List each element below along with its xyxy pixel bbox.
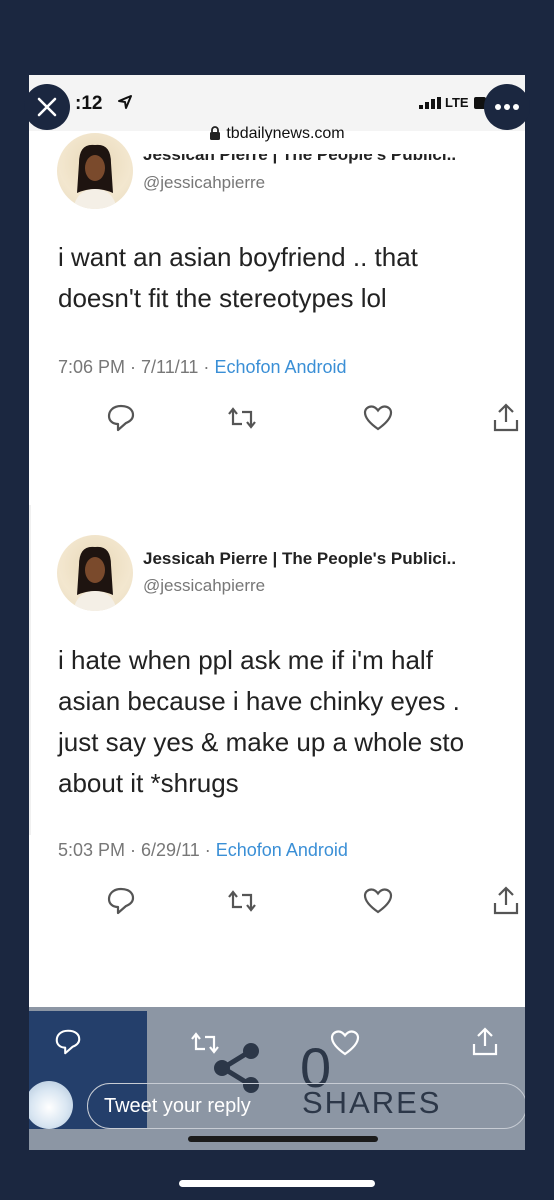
tweet-source[interactable]: Echofon Android — [216, 840, 348, 860]
more-button[interactable] — [484, 84, 530, 130]
share-icon[interactable] — [490, 402, 522, 434]
tweet-actions — [29, 402, 525, 442]
share-icon[interactable] — [490, 885, 522, 917]
tweet-timestamp: 5:03 PM · 6/29/11 · — [58, 840, 211, 860]
retweet-icon[interactable] — [226, 885, 258, 917]
tweet-meta: 5:03 PM · 6/29/11 · Echofon Android — [58, 840, 348, 861]
tweet-text: i want an asian boyfriend .. that doesn'… — [58, 242, 418, 313]
phone-screen: :12 LTE tbdailynews.com Jessicah Pierre … — [29, 75, 525, 1150]
home-indicator — [179, 1180, 375, 1187]
url-text: tbdailynews.com — [226, 125, 345, 142]
reply-icon[interactable] — [53, 1027, 83, 1057]
tweet-actions — [29, 885, 525, 925]
retweet-icon[interactable] — [226, 402, 258, 434]
reply-icon[interactable] — [105, 402, 137, 434]
display-name: Jessicah Pierre | The People's Publici.. — [143, 145, 457, 164]
avatar[interactable] — [57, 133, 133, 209]
reply-placeholder: Tweet your reply — [104, 1095, 251, 1117]
tweet-text: i hate when ppl ask me if i'm half asian… — [58, 645, 465, 798]
heart-icon[interactable] — [329, 1027, 361, 1059]
tweet-timestamp: 7:06 PM · 7/11/11 · — [58, 357, 210, 377]
signal-icon — [419, 97, 441, 109]
user-handle: @jessicahpierre — [143, 576, 266, 595]
reply-icon[interactable] — [105, 885, 137, 917]
lock-icon — [210, 126, 221, 140]
tweet-source[interactable]: Echofon Android — [214, 357, 346, 377]
user-handle: @jessicahpierre — [143, 173, 266, 192]
network-label: LTE — [445, 95, 469, 110]
inner-home-indicator — [188, 1136, 378, 1142]
location-arrow-icon — [118, 95, 132, 109]
close-icon — [37, 97, 57, 117]
thread-divider — [29, 505, 31, 835]
avatar[interactable] — [57, 535, 133, 611]
tweet-meta: 7:06 PM · 7/11/11 · Echofon Android — [58, 357, 347, 378]
close-button[interactable] — [24, 84, 70, 130]
share-icon[interactable] — [469, 1026, 501, 1058]
status-time: :12 — [75, 93, 103, 114]
more-icon — [495, 104, 519, 110]
display-name: Jessicah Pierre | The People's Publici.. — [143, 549, 457, 568]
heart-icon[interactable] — [362, 402, 394, 434]
heart-icon[interactable] — [362, 885, 394, 917]
